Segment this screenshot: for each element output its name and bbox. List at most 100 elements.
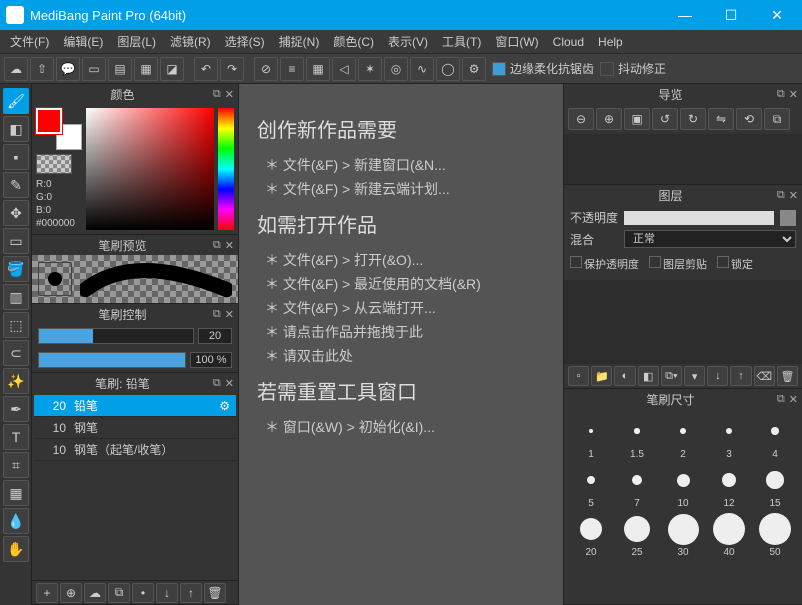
curve-icon[interactable]: ∿ [410, 57, 434, 81]
pen-select-tool[interactable]: ✒ [3, 396, 29, 422]
rotate-right-button[interactable]: ↻ [680, 108, 706, 130]
brush-size-cell[interactable]: 7 [614, 464, 660, 509]
new-layer-button[interactable]: ▫ [568, 366, 589, 386]
ellipse-icon[interactable]: ◯ [436, 57, 460, 81]
add-brush-button[interactable]: + [36, 583, 58, 603]
brush-size-cell[interactable]: 2 [660, 415, 706, 460]
merge-button[interactable]: ▾ [684, 366, 705, 386]
vanishing-icon[interactable]: ◁ [332, 57, 356, 81]
brush-size-cell[interactable]: 10 [660, 464, 706, 509]
dot-brush-button[interactable]: • [132, 583, 154, 603]
brush-item[interactable]: 10钢笔（起笔/收笔） [34, 439, 236, 461]
eyedropper-tool[interactable]: 💧 [3, 508, 29, 534]
minimize-button[interactable]: — [662, 0, 708, 30]
brush-size-cell[interactable]: 40 [706, 513, 752, 558]
timelapse-icon[interactable]: ▭ [82, 57, 106, 81]
protect-alpha-toggle[interactable]: 保护透明度 [570, 256, 639, 272]
brush-size-cell[interactable]: 4 [752, 415, 798, 460]
brush-item[interactable]: 10钢笔 [34, 417, 236, 439]
move-up-button[interactable]: ↑ [180, 583, 202, 603]
share-icon[interactable]: ⇧ [30, 57, 54, 81]
menu-item[interactable]: 滤镜(R) [164, 31, 217, 52]
move-down-button[interactable]: ↓ [156, 583, 178, 603]
redo-button[interactable]: ↷ [220, 57, 244, 81]
undo-button[interactable]: ↶ [194, 57, 218, 81]
clear-layer-button[interactable]: ⌫ [754, 366, 775, 386]
brush-size-slider[interactable] [38, 328, 194, 344]
new-folder-button[interactable]: 📁 [591, 366, 612, 386]
menu-item[interactable]: 窗口(W) [489, 31, 544, 52]
detach-icon[interactable]: ⧉ [213, 88, 221, 101]
settings-icon[interactable]: ⚙ [462, 57, 486, 81]
close-icon[interactable]: ✕ [225, 88, 234, 101]
opacity-slider[interactable] [624, 211, 774, 225]
close-icon[interactable]: ✕ [789, 189, 798, 202]
brush-size-cell[interactable]: 3 [706, 415, 752, 460]
fit-button[interactable]: ▣ [624, 108, 650, 130]
brush-size-cell[interactable]: 25 [614, 513, 660, 558]
move-tool[interactable]: ✥ [3, 200, 29, 226]
menu-item[interactable]: 图层(L) [111, 31, 162, 52]
stabilize-toggle[interactable]: 抖动修正 [600, 60, 666, 77]
color-swatch[interactable] [36, 108, 82, 150]
menu-item[interactable]: 编辑(E) [57, 31, 109, 52]
half-layer-button[interactable]: ◐ [614, 366, 635, 386]
detach-icon[interactable]: ⧉ [213, 239, 221, 252]
close-icon[interactable]: ✕ [225, 377, 234, 390]
select-tool[interactable]: ⬚ [3, 312, 29, 338]
layer-list[interactable] [564, 280, 802, 364]
snap-off-icon[interactable]: ⊘ [254, 57, 278, 81]
detach-icon[interactable]: ⧉ [777, 189, 785, 202]
menu-item[interactable]: 选择(S) [219, 31, 271, 52]
close-icon[interactable]: ✕ [225, 308, 234, 321]
layer-down-button[interactable]: ↓ [707, 366, 728, 386]
detach-icon[interactable]: ⧉ [213, 308, 221, 321]
bucket-tool[interactable]: 🪣 [3, 256, 29, 282]
transparent-swatch[interactable] [36, 154, 72, 174]
duplicate-brush-button[interactable]: ⧉ [108, 583, 130, 603]
canvas-area[interactable]: 创作新作品需要 ＊ 文件(&F) > 新建窗口(&N... ＊ 文件(&F) >… [238, 84, 564, 605]
menu-item[interactable]: Cloud [547, 33, 590, 51]
text-tool[interactable]: T [3, 424, 29, 450]
wand-tool[interactable]: ✨ [3, 368, 29, 394]
cloud-icon[interactable]: ☁ [4, 57, 28, 81]
snap-icon[interactable]: ◪ [160, 57, 184, 81]
rotate-left-button[interactable]: ↺ [652, 108, 678, 130]
eraser-tool[interactable]: ◧ [3, 116, 29, 142]
brush-size-cell[interactable]: 50 [752, 513, 798, 558]
radial-icon[interactable]: ✶ [358, 57, 382, 81]
antialias-toggle[interactable]: 边缘柔化抗锯齿 [492, 60, 594, 77]
shape-tool[interactable]: ▭ [3, 228, 29, 254]
brush-size-cell[interactable]: 20 [568, 513, 614, 558]
parallel-icon[interactable]: ≡ [280, 57, 304, 81]
brush-size-cell[interactable]: 1.5 [614, 415, 660, 460]
maximize-button[interactable]: ☐ [708, 0, 754, 30]
brush-size-cell[interactable]: 30 [660, 513, 706, 558]
detach-icon[interactable]: ⧉ [213, 377, 221, 390]
dot-tool[interactable]: ▪ [3, 144, 29, 170]
style-tool[interactable]: ✎ [3, 172, 29, 198]
brush-tool[interactable]: 🖌 [3, 88, 29, 114]
brush-size-cell[interactable]: 12 [706, 464, 752, 509]
brush-item[interactable]: 20铅笔⚙ [34, 395, 236, 417]
reset-rotation-button[interactable]: ⟲ [736, 108, 762, 130]
hand-tool[interactable]: ✋ [3, 536, 29, 562]
brush-size-value[interactable]: 20 [198, 328, 232, 344]
lasso-tool[interactable]: ⊂ [3, 340, 29, 366]
brush-density-slider[interactable] [38, 352, 186, 368]
close-icon[interactable]: ✕ [789, 393, 798, 406]
close-button[interactable]: ✕ [754, 0, 800, 30]
grid-icon[interactable]: ▦ [306, 57, 330, 81]
detach-icon[interactable]: ⧉ [777, 393, 785, 406]
download-brush-button[interactable]: ☁ [84, 583, 106, 603]
color-field[interactable] [86, 108, 214, 230]
transform-tool[interactable]: ⌗ [3, 452, 29, 478]
detach-icon[interactable]: ⧉ [777, 88, 785, 101]
close-icon[interactable]: ✕ [789, 88, 798, 101]
duplicate-layer-button[interactable]: ⧉▾ [661, 366, 682, 386]
lock-toggle[interactable]: 锁定 [717, 256, 753, 272]
layer-up-button[interactable]: ↑ [730, 366, 751, 386]
flip-button[interactable]: ⇋ [708, 108, 734, 130]
comment-icon[interactable]: 💬 [56, 57, 80, 81]
zoom-in-button[interactable]: ⊕ [596, 108, 622, 130]
